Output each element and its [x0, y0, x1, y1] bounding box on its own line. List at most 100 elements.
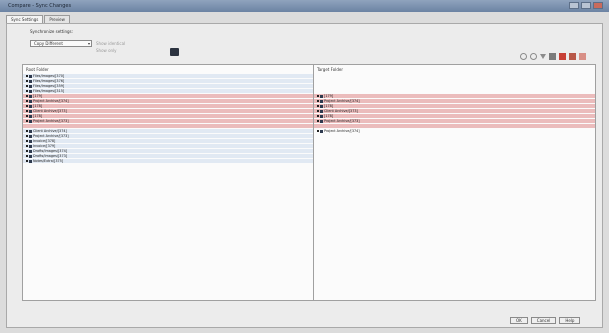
show-identical-checkbox[interactable]: Show identical	[96, 41, 125, 46]
tree-row[interactable]: Client Archive/[373]	[314, 109, 595, 113]
sync-right-icon[interactable]	[569, 53, 576, 60]
tree-row-label: Client Archive/[373]	[33, 109, 67, 113]
tree-row[interactable]: [178]	[314, 104, 595, 108]
tree-row[interactable]: Project Archive/[373]	[23, 119, 313, 123]
tree-row[interactable]	[314, 89, 595, 93]
source-tree[interactable]: Root Folder Files/Images/[370] Files/Imag…	[22, 64, 314, 301]
expand-icon[interactable]	[317, 130, 319, 132]
tree-row-label: Project Archive/[374]	[324, 129, 360, 133]
filter-icon[interactable]	[540, 54, 546, 59]
tree-row[interactable]: Notes/Extra/[375]	[23, 159, 313, 163]
expand-icon[interactable]	[26, 155, 28, 157]
expand-icon[interactable]	[26, 130, 28, 132]
tree-row-label: Project Archive/[373]	[324, 119, 360, 123]
tree-row[interactable]: Drafts/Images/[374]	[23, 149, 313, 153]
tree-row-label: [179]	[33, 94, 43, 98]
tree-row[interactable]	[314, 79, 595, 83]
expand-icon[interactable]	[26, 90, 28, 92]
expand-icon[interactable]	[26, 135, 28, 137]
tree-row[interactable]: Files/Images/[315]	[23, 89, 313, 93]
expand-icon[interactable]	[26, 140, 28, 142]
history-icon[interactable]	[530, 53, 537, 60]
maximize-button[interactable]	[581, 2, 591, 9]
sync-left-icon[interactable]	[559, 53, 566, 60]
tree-row[interactable]: Invoice/[378]	[23, 139, 313, 143]
target-tree-header: Target Folder	[317, 67, 344, 72]
tree-row[interactable]	[314, 84, 595, 88]
tree-row[interactable]: Drafts/Images/[373]	[23, 154, 313, 158]
expand-icon[interactable]	[26, 95, 28, 97]
tree-row[interactable]: Project Archive/[374]	[314, 99, 595, 103]
tree-row[interactable]: Files/Images/[359]	[23, 84, 313, 88]
folder-icon	[320, 119, 323, 123]
help-button[interactable]: Help	[559, 317, 581, 324]
expand-icon[interactable]	[317, 120, 319, 122]
expand-icon[interactable]	[26, 160, 28, 162]
tree-row-label: Client Archive/[374]	[33, 129, 67, 133]
swap-icon[interactable]	[549, 53, 556, 60]
tree-row[interactable]: [178]	[23, 114, 313, 118]
expand-icon[interactable]	[26, 120, 28, 122]
folder-icon	[320, 129, 323, 133]
sync-mode-value: Copy Different	[34, 41, 63, 46]
tree-row[interactable]: Client Archive/[373]	[23, 109, 313, 113]
folder-icon	[29, 144, 32, 148]
tab-preview[interactable]: Preview	[44, 15, 70, 23]
tree-row[interactable]	[23, 124, 313, 128]
folder-icon	[320, 114, 323, 118]
minimize-button[interactable]	[569, 2, 579, 9]
target-tree[interactable]: Target Folder [179] Project Archive/[374]…	[313, 64, 596, 301]
folder-icon	[29, 74, 32, 78]
expand-icon[interactable]	[317, 105, 319, 107]
settings-label: Synchronize settings:	[30, 29, 73, 34]
tree-row[interactable]: [179]	[314, 94, 595, 98]
compare-icon[interactable]	[170, 48, 179, 56]
title-bar: Compare - Sync Changes	[0, 0, 609, 12]
expand-icon[interactable]	[317, 95, 319, 97]
expand-icon[interactable]	[317, 115, 319, 117]
tree-row-label: [178]	[33, 104, 43, 108]
window-title: Compare - Sync Changes	[8, 3, 72, 9]
expand-icon[interactable]	[317, 100, 319, 102]
tree-row-label: Project Archive/[373]	[33, 134, 69, 138]
tree-row[interactable]: Invoice/[379]	[23, 144, 313, 148]
tree-row-label: Invoice/[378]	[33, 139, 56, 143]
ok-button[interactable]: OK	[510, 317, 528, 324]
refresh-icon[interactable]	[520, 53, 527, 60]
tree-row[interactable]: [179]	[23, 94, 313, 98]
sync-mode-dropdown[interactable]: Copy Different ▾	[30, 40, 92, 47]
sync-all-icon[interactable]	[579, 53, 586, 60]
source-tree-header: Root Folder	[26, 67, 49, 72]
tree-row[interactable]: Project Archive/[373]	[23, 134, 313, 138]
expand-icon[interactable]	[26, 85, 28, 87]
folder-icon	[320, 104, 323, 108]
expand-icon[interactable]	[26, 115, 28, 117]
expand-icon[interactable]	[26, 110, 28, 112]
cancel-button[interactable]: Cancel	[530, 317, 557, 324]
tree-row[interactable]: Project Archive/[374]	[23, 99, 313, 103]
close-button[interactable]	[593, 2, 603, 9]
folder-icon	[29, 84, 32, 88]
show-only-radio[interactable]: Show only	[96, 48, 117, 53]
tree-row[interactable]	[314, 124, 595, 128]
tree-row[interactable]	[314, 74, 595, 78]
tree-row[interactable]: Project Archive/[373]	[314, 119, 595, 123]
expand-icon[interactable]	[26, 100, 28, 102]
tree-row[interactable]: Files/Images/[376]	[23, 79, 313, 83]
tree-row[interactable]: [178]	[314, 114, 595, 118]
expand-icon[interactable]	[26, 75, 28, 77]
toolbar	[520, 53, 586, 60]
tree-row[interactable]: Files/Images/[370]	[23, 74, 313, 78]
tree-row[interactable]: Project Archive/[374]	[314, 129, 595, 133]
expand-icon[interactable]	[26, 145, 28, 147]
folder-icon	[29, 99, 32, 103]
tree-row[interactable]: [178]	[23, 104, 313, 108]
tree-row-label: Project Archive/[374]	[33, 99, 69, 103]
expand-icon[interactable]	[26, 80, 28, 82]
tree-row-label: Files/Images/[315]	[33, 89, 65, 93]
expand-icon[interactable]	[317, 110, 319, 112]
tree-row[interactable]: Client Archive/[374]	[23, 129, 313, 133]
expand-icon[interactable]	[26, 105, 28, 107]
chevron-down-icon: ▾	[87, 41, 90, 46]
expand-icon[interactable]	[26, 150, 28, 152]
